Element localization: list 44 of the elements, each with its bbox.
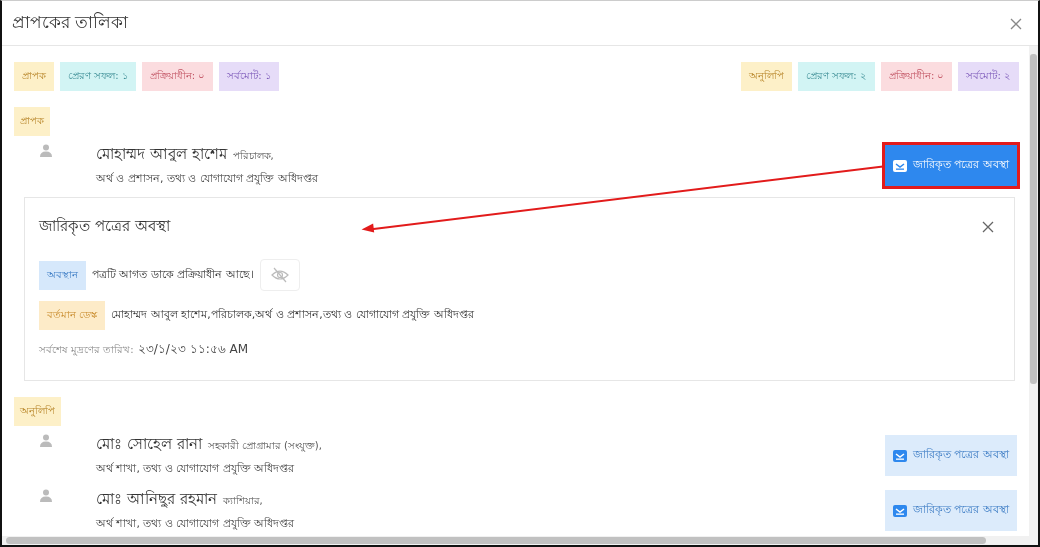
status-text: মোহাম্মদ আবুল হাশেম,পরিচালক,অর্থ ও প্রশাসন,তথ্য ও যোগাযোগ প্রযুক্তি অধিদপ্তর — [111, 307, 474, 323]
print-date-value: ২৩/১/২৩ ১১:৫৬ AM — [137, 341, 249, 358]
panel-title: জারিকৃত পত্রের অবস্থা — [39, 216, 170, 238]
close-icon — [982, 221, 994, 233]
envelope-icon — [893, 504, 907, 517]
count-tag: অনুলিপি — [741, 62, 793, 91]
dialog-title: প্রাপকের তালিকা — [12, 11, 129, 34]
status-tag: অবস্থান — [39, 260, 86, 290]
letter-status-button[interactable]: জারিকৃত পত্রের অবস্থা — [885, 490, 1017, 531]
envelope-icon — [893, 159, 907, 172]
print-date-label: সর্বশেষ মুদ্রণের তারিখ: — [39, 343, 134, 358]
section-label: অনুলিপি — [14, 397, 61, 426]
count-tag: প্রক্রিয়াধীন: ০ — [880, 62, 953, 91]
count-tag: সর্বমোট: ২ — [958, 62, 1019, 91]
count-tag: প্রেরণ সফল: ১ — [60, 62, 136, 91]
recipient-office: অর্থ শাখা, তথ্য ও যোগাযোগ প্রযুক্তি অধিদপ্তর — [96, 516, 296, 532]
recipient-designation: সহকারী প্রোগ্রামার (সংযুক্ত), — [207, 438, 322, 454]
recipient-designation: ক্যাশিয়ার, — [222, 494, 263, 508]
user-icon — [40, 144, 52, 157]
recipient-office: অর্থ ও প্রশাসন, তথ্য ও যোগাযোগ প্রযুক্তি অধিদপ্তর — [96, 171, 319, 187]
vertical-scrollbar[interactable] — [1029, 46, 1038, 536]
recipient-name: মোঃ সোহেল রানা — [96, 434, 202, 455]
recipient-name: মোঃ আনিছুর রহমান — [96, 489, 217, 510]
count-tag: প্রাপক — [14, 62, 54, 91]
status-text: পত্রটি আগত ডাকে প্রক্রিয়াধীন আছে। — [92, 266, 254, 283]
count-tag: প্রেরণ সফল: ২ — [798, 62, 875, 91]
envelope-icon — [893, 449, 907, 462]
horizontal-scrollbar[interactable] — [2, 536, 1038, 545]
recipient-designation: পরিচালক, — [232, 149, 274, 163]
scrollbar-thumb[interactable] — [1030, 54, 1037, 384]
section-label: প্রাপক — [14, 107, 50, 136]
letter-status-button[interactable]: জারিকৃত পত্রের অবস্থা — [885, 145, 1017, 186]
count-tag: প্রক্রিয়াধীন: ০ — [141, 62, 214, 91]
close-icon — [1010, 17, 1022, 30]
recipient-name: মোহাম্মদ আবুল হাশেম — [96, 144, 227, 165]
user-icon — [40, 434, 52, 447]
status-tag: বর্তমান ডেস্ক — [39, 301, 106, 330]
scrollbar-thumb[interactable] — [6, 537, 986, 544]
count-tag: সর্বমোট: ১ — [219, 62, 279, 91]
user-icon — [40, 489, 52, 502]
visibility-toggle-button[interactable] — [260, 259, 300, 291]
eye-slash-icon — [271, 267, 289, 283]
letter-status-button[interactable]: জারিকৃত পত্রের অবস্থা — [885, 435, 1017, 476]
recipient-office: অর্থ শাখা, তথ্য ও যোগাযোগ প্রযুক্তি অধিদপ্তর — [96, 461, 296, 477]
